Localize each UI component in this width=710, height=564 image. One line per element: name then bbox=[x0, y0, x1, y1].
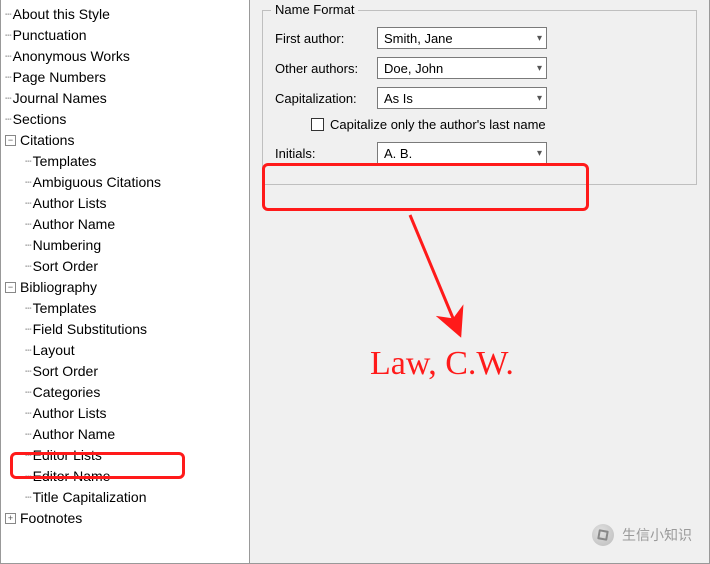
fieldset-legend: Name Format bbox=[271, 2, 358, 17]
select-value: Doe, John bbox=[384, 61, 443, 76]
first-author-select[interactable]: Smith, Jane ▾ bbox=[377, 27, 547, 49]
select-value: Smith, Jane bbox=[384, 31, 453, 46]
collapse-icon[interactable]: − bbox=[5, 282, 16, 293]
name-format-fieldset: Name Format First author: Smith, Jane ▾ … bbox=[262, 10, 697, 185]
select-value: As Is bbox=[384, 91, 413, 106]
capitalize-last-label: Capitalize only the author's last name bbox=[330, 117, 546, 132]
row-other-authors: Other authors: Doe, John ▾ bbox=[275, 57, 684, 79]
tree-item-numbering[interactable]: ┄Numbering bbox=[5, 235, 249, 256]
tree-item-sort-order[interactable]: ┄Sort Order bbox=[5, 256, 249, 277]
select-value: A. B. bbox=[384, 146, 412, 161]
row-first-author: First author: Smith, Jane ▾ bbox=[275, 27, 684, 49]
tree-item-field-subs[interactable]: ┄Field Substitutions bbox=[5, 319, 249, 340]
tree-item-page-numbers[interactable]: ┄Page Numbers bbox=[5, 67, 249, 88]
tree-item-bib-sort[interactable]: ┄Sort Order bbox=[5, 361, 249, 382]
name-format-panel: Name Format First author: Smith, Jane ▾ … bbox=[250, 0, 710, 564]
tree-label: About this Style bbox=[13, 4, 110, 25]
tree-item-journal-names[interactable]: ┄Journal Names bbox=[5, 88, 249, 109]
watermark: 生信小知识 bbox=[592, 524, 692, 546]
tree-item-editor-name[interactable]: ┄Editor Name bbox=[5, 466, 249, 487]
chevron-down-icon: ▾ bbox=[537, 63, 542, 74]
tree-item-layout[interactable]: ┄Layout bbox=[5, 340, 249, 361]
tree-item-bib-templates[interactable]: ┄Templates bbox=[5, 298, 249, 319]
capitalization-label: Capitalization: bbox=[275, 91, 377, 106]
collapse-icon[interactable]: − bbox=[5, 135, 16, 146]
chevron-down-icon: ▾ bbox=[537, 33, 542, 44]
watermark-icon bbox=[592, 524, 614, 546]
tree-node-footnotes[interactable]: +Footnotes bbox=[5, 508, 249, 529]
row-initials: Initials: A. B. ▾ bbox=[275, 142, 684, 164]
row-capitalization: Capitalization: As Is ▾ bbox=[275, 87, 684, 109]
style-tree[interactable]: ┄About this Style ┄Punctuation ┄Anonymou… bbox=[0, 0, 250, 564]
tree-item-punctuation[interactable]: ┄Punctuation bbox=[5, 25, 249, 46]
capitalization-select[interactable]: As Is ▾ bbox=[377, 87, 547, 109]
tree-item-about[interactable]: ┄About this Style bbox=[5, 4, 249, 25]
first-author-label: First author: bbox=[275, 31, 377, 46]
tree-node-citations[interactable]: −Citations bbox=[5, 130, 249, 151]
capitalize-last-checkbox[interactable] bbox=[311, 118, 324, 131]
tree-item-categories[interactable]: ┄Categories bbox=[5, 382, 249, 403]
chevron-down-icon: ▾ bbox=[537, 148, 542, 159]
tree-item-author-name[interactable]: ┄Author Name bbox=[5, 214, 249, 235]
tree-item-anonymous[interactable]: ┄Anonymous Works bbox=[5, 46, 249, 67]
row-capitalize-last[interactable]: Capitalize only the author's last name bbox=[311, 117, 684, 132]
other-authors-select[interactable]: Doe, John ▾ bbox=[377, 57, 547, 79]
tree-item-ambiguous[interactable]: ┄Ambiguous Citations bbox=[5, 172, 249, 193]
tree-item-sections[interactable]: ┄Sections bbox=[5, 109, 249, 130]
other-authors-label: Other authors: bbox=[275, 61, 377, 76]
watermark-text: 生信小知识 bbox=[622, 525, 692, 545]
tree-item-editor-lists[interactable]: ┄Editor Lists bbox=[5, 445, 249, 466]
chevron-down-icon: ▾ bbox=[537, 93, 542, 104]
tree-item-bib-author-name[interactable]: ┄Author Name bbox=[5, 424, 249, 445]
initials-select[interactable]: A. B. ▾ bbox=[377, 142, 547, 164]
tree-node-bibliography[interactable]: −Bibliography bbox=[5, 277, 249, 298]
tree-item-templates[interactable]: ┄Templates bbox=[5, 151, 249, 172]
initials-label: Initials: bbox=[275, 146, 377, 161]
tree-item-bib-author-lists[interactable]: ┄Author Lists bbox=[5, 403, 249, 424]
tree-item-author-lists[interactable]: ┄Author Lists bbox=[5, 193, 249, 214]
tree-item-title-cap[interactable]: ┄Title Capitalization bbox=[5, 487, 249, 508]
expand-icon[interactable]: + bbox=[5, 513, 16, 524]
